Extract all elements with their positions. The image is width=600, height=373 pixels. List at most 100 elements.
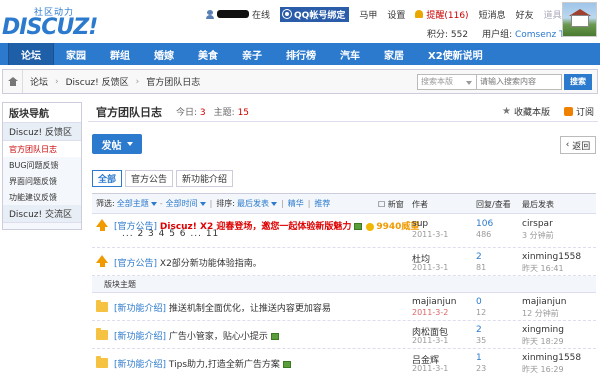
- sidebar-category-exchange[interactable]: Discuz! 交流区: [3, 205, 81, 223]
- sort-label: 排序:: [216, 199, 235, 208]
- new-window-checkbox[interactable]: ☐ 新窗: [378, 199, 404, 210]
- tab-all[interactable]: 全部: [92, 170, 123, 187]
- thread-subject: [新功能介绍] 推送机制全面优化，让推送内容更加容易: [114, 301, 331, 314]
- thread-subject: [新功能介绍] 广告小管家，贴心小提示: [114, 329, 279, 342]
- table-row[interactable]: [官方公告] X2部分新功能体验指南。 杜均 2011-3-1 2 81 xin…: [92, 248, 596, 276]
- menu-props[interactable]: 道具: [544, 8, 562, 21]
- thread-replies[interactable]: 0: [476, 297, 482, 307]
- thread-list: 筛选: 全部主题 - 全部时间 | 排序: 最后发表 | 精华 | 推荐 ☐ 新…: [92, 193, 596, 373]
- last-poster[interactable]: cirspar: [522, 219, 553, 229]
- new-post-button[interactable]: 发帖: [92, 134, 142, 154]
- user-menu: 在线 QQ帐号绑定 马甲 设置 提醒(116) 短消息 好友 道具 任务 退出: [206, 6, 600, 22]
- credit-info: 积分: 552 用户组: Comsenz Team: [427, 27, 583, 40]
- favorite-link[interactable]: ★ 收藏本版: [502, 105, 550, 118]
- qq-bind-button[interactable]: QQ帐号绑定: [280, 6, 350, 22]
- column-replies: 回复/查看: [476, 200, 511, 209]
- last-post-time[interactable]: 昨天 16:29: [522, 364, 564, 373]
- search-scope-select[interactable]: 搜索本版: [417, 73, 477, 90]
- user-icon: [206, 9, 214, 19]
- thread-views: 81: [476, 263, 487, 272]
- table-row[interactable]: [新功能介绍] 广告小管家，贴心小提示 肉松面包 2011-3-1 2 35 x…: [92, 321, 596, 349]
- table-row[interactable]: [官方公告] Discuz! X2 迎春登场，邀您一起体验新版魅力 9940威望 …: [92, 214, 596, 248]
- thread-category[interactable]: [新功能介绍]: [114, 304, 166, 314]
- sort-select[interactable]: 最后发表: [237, 198, 277, 209]
- topics-stat: 主题: 15: [213, 108, 250, 118]
- thread-views: 23: [476, 364, 487, 373]
- credit-value[interactable]: 积分: 552: [427, 27, 468, 40]
- thread-replies[interactable]: 2: [476, 252, 482, 262]
- nav-furniture[interactable]: 家居: [372, 43, 416, 65]
- tab-announcement[interactable]: 官方公告: [125, 170, 174, 187]
- last-poster[interactable]: majianjun: [522, 297, 566, 307]
- breadcrumb-feedback[interactable]: Discuz! 反馈区: [59, 70, 136, 93]
- last-poster[interactable]: xingming: [522, 325, 564, 335]
- remind-link[interactable]: 提醒(116): [415, 8, 469, 21]
- filter-recommend[interactable]: 推荐: [314, 198, 330, 209]
- nav-x2-info[interactable]: X2使新说明: [416, 43, 495, 65]
- menu-majia[interactable]: 马甲: [359, 8, 377, 21]
- nav-home[interactable]: 家园: [54, 43, 98, 65]
- sidebar-item-team-log[interactable]: 官方团队日志: [3, 141, 81, 157]
- thread-category[interactable]: [新功能介绍]: [114, 332, 166, 342]
- thread-title[interactable]: 推送机制全面优化，让推送内容更加容易: [169, 304, 331, 314]
- sidebar-category-feedback[interactable]: Discuz! 反馈区: [3, 123, 81, 141]
- thread-subject: [官方公告] X2部分新功能体验指南。: [114, 256, 262, 269]
- filter-digest[interactable]: 精华: [288, 198, 304, 209]
- online-status[interactable]: 在线: [252, 8, 270, 21]
- search-button[interactable]: 搜索: [564, 73, 592, 90]
- thread-category[interactable]: [官方公告]: [114, 259, 157, 269]
- search-input[interactable]: [477, 73, 562, 90]
- last-post-time[interactable]: 12 分钟前: [522, 308, 559, 319]
- thread-title[interactable]: X2部分新功能体验指南。: [160, 259, 262, 269]
- top-header: 社区动力 DISCUZ! 在线 QQ帐号绑定 马甲 设置 提醒(116) 短消息…: [0, 0, 600, 40]
- thread-replies[interactable]: 2: [476, 325, 482, 335]
- menu-friends[interactable]: 好友: [516, 8, 534, 21]
- sidebar-item-bug[interactable]: BUG问题反馈: [3, 157, 81, 173]
- sidebar-title: 版块导航: [3, 103, 81, 123]
- table-row[interactable]: [新功能介绍] 推送机制全面优化，让推送内容更加容易 majianjun 201…: [92, 293, 596, 321]
- thread-author[interactable]: majianjun: [412, 297, 456, 307]
- folder-icon: [96, 356, 108, 368]
- page-links[interactable]: ... 2 3 4 5 6 ... 11: [122, 229, 219, 239]
- nav-groups[interactable]: 群组: [98, 43, 142, 65]
- filter-all-time[interactable]: 全部时间: [166, 198, 206, 209]
- rss-icon: [563, 107, 573, 116]
- subscribe-link[interactable]: 订阅: [563, 105, 594, 118]
- home-icon[interactable]: [3, 70, 23, 93]
- sticky-up-icon: [96, 219, 108, 227]
- last-post-time[interactable]: 昨天 18:29: [522, 336, 564, 347]
- avatar[interactable]: [562, 2, 597, 37]
- back-button[interactable]: ‹ 返回: [560, 136, 596, 154]
- tab-new-feature[interactable]: 新功能介绍: [176, 170, 234, 187]
- post-bar: 发帖 ‹ 返回: [88, 134, 598, 158]
- last-poster[interactable]: xinming1558: [522, 353, 581, 363]
- filter-label: 筛选:: [96, 199, 115, 208]
- menu-messages[interactable]: 短消息: [479, 8, 506, 21]
- thread-author[interactable]: sup: [412, 219, 428, 229]
- last-post-time[interactable]: 3 分钟前: [522, 230, 554, 241]
- last-poster[interactable]: xinming1558: [522, 252, 581, 262]
- thread-date: 2011-3-2: [412, 308, 449, 317]
- last-post-time[interactable]: 昨天 16:41: [522, 263, 564, 274]
- table-row[interactable]: [新功能介绍] Tips助力,打造全新广告方案 吕金辉 2011-3-1 1 2…: [92, 349, 596, 373]
- discuz-logo[interactable]: 社区动力 DISCUZ!: [2, 3, 112, 40]
- nav-forum[interactable]: 论坛: [8, 43, 54, 65]
- nav-cars[interactable]: 汽车: [328, 43, 372, 65]
- nav-food[interactable]: 美食: [186, 43, 230, 65]
- filter-all-topics[interactable]: 全部主题: [117, 198, 157, 209]
- nav-parenting[interactable]: 亲子: [230, 43, 274, 65]
- menu-settings[interactable]: 设置: [387, 8, 405, 21]
- thread-title[interactable]: 广告小管家，贴心小提示: [169, 332, 268, 342]
- thread-title[interactable]: Tips助力,打造全新广告方案: [169, 360, 280, 370]
- thread-category[interactable]: [新功能介绍]: [114, 360, 166, 370]
- column-last-post: 最后发表: [522, 200, 554, 209]
- thread-replies[interactable]: 106: [476, 219, 493, 229]
- nav-wedding[interactable]: 婚嫁: [142, 43, 186, 65]
- sidebar-item-suggest[interactable]: 功能建议反馈: [3, 189, 81, 205]
- sticky-up-icon: [96, 255, 108, 263]
- thread-replies[interactable]: 1: [476, 353, 482, 363]
- nav-ranking[interactable]: 排行榜: [274, 43, 328, 65]
- breadcrumb-forum[interactable]: 论坛: [23, 70, 55, 93]
- sidebar-item-ui[interactable]: 界面问题反馈: [3, 173, 81, 189]
- username-masked[interactable]: [217, 10, 249, 18]
